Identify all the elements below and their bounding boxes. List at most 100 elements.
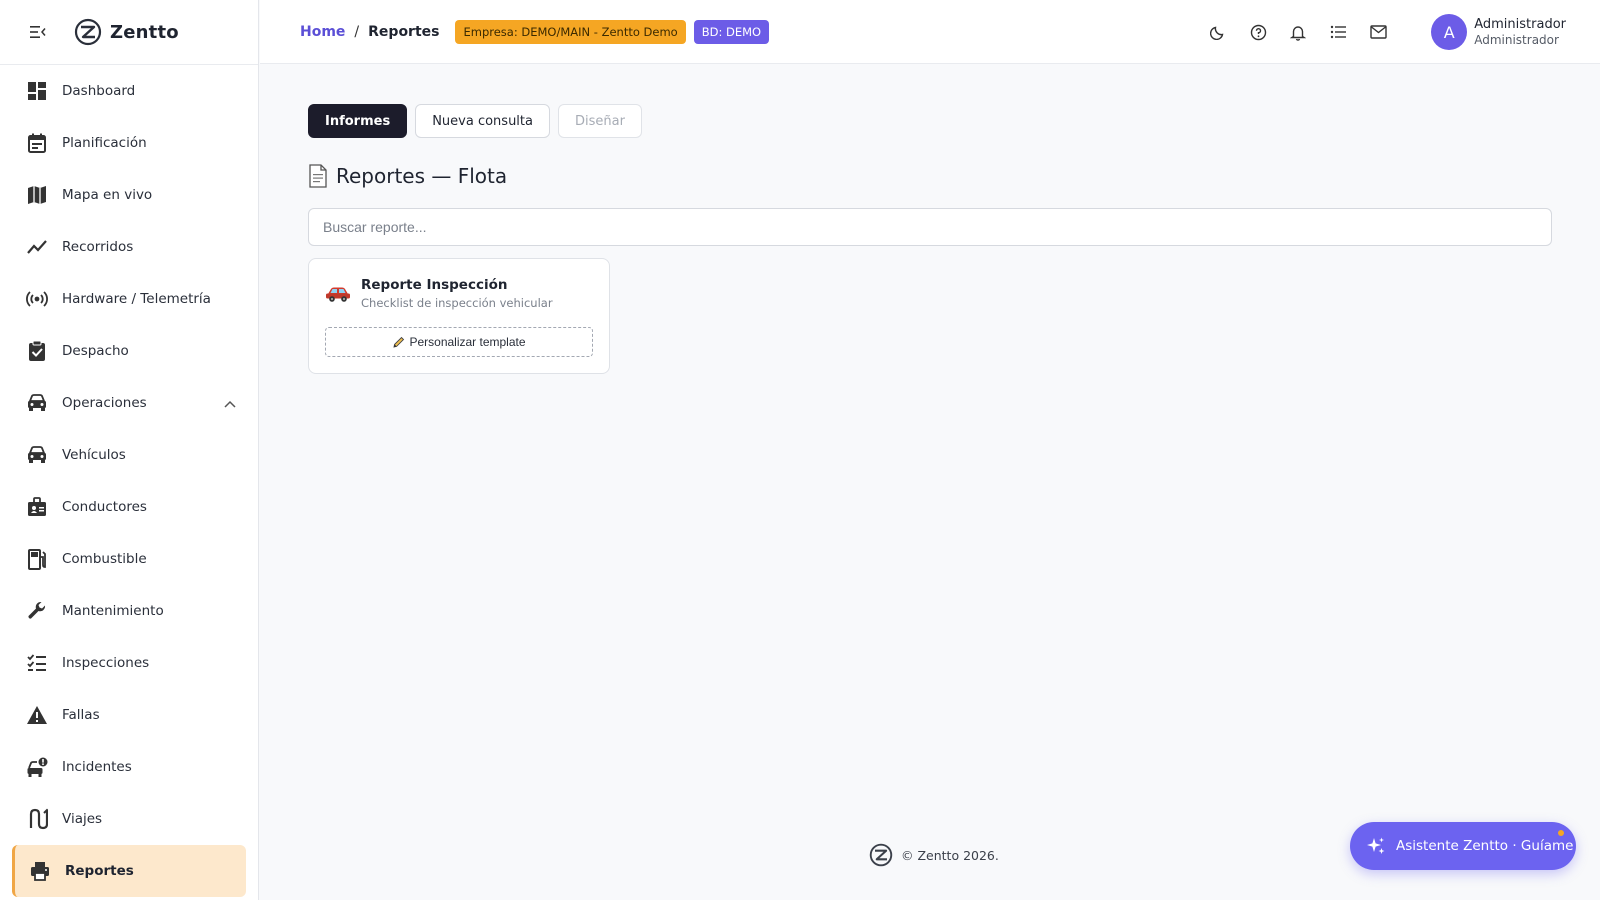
id-badge-icon	[26, 496, 48, 518]
report-card[interactable]: Reporte Inspección Checklist de inspecci…	[308, 258, 610, 374]
customize-template-button[interactable]: Personalizar template	[325, 327, 593, 357]
user-name: Administrador	[1474, 17, 1566, 32]
car-alert-icon	[26, 756, 48, 778]
sidebar-item-label: Combustible	[62, 551, 147, 567]
collapse-menu-button[interactable]	[28, 22, 48, 42]
report-card-header: Reporte Inspección Checklist de inspecci…	[325, 277, 553, 310]
sidebar-item-recorridos[interactable]: Recorridos	[0, 221, 258, 273]
sidebar-item-label: Fallas	[62, 707, 100, 723]
notifications-button[interactable]	[1288, 22, 1308, 42]
wrench-icon	[26, 600, 48, 622]
sidebar: Zentto Dashboard Planificación Mapa en viv…	[0, 0, 259, 900]
assistant-button[interactable]: Asistente Zentto · Guíame	[1350, 822, 1576, 870]
sidebar-item-label: Conductores	[62, 499, 147, 515]
report-search-input[interactable]	[308, 208, 1552, 246]
trend-line-icon	[26, 236, 48, 258]
printer-icon	[29, 860, 51, 882]
sidebar-item-mantenimiento[interactable]: Mantenimiento	[0, 585, 258, 637]
sidebar-item-viajes[interactable]: Viajes	[0, 793, 258, 845]
database-badge: BD: DEMO	[693, 19, 770, 44]
warning-icon	[26, 704, 48, 726]
sidebar-item-label: Hardware / Telemetría	[62, 291, 211, 307]
sidebar-item-label: Dashboard	[62, 83, 136, 99]
page-title-text: Reportes — Flota	[336, 164, 508, 188]
sidebar-item-vehiculos[interactable]: Vehículos	[0, 429, 258, 481]
app-name: Zentto	[110, 21, 179, 43]
sidebar-item-reportes[interactable]: Reportes	[12, 845, 246, 897]
user-menu[interactable]: A Administrador Administrador	[1431, 14, 1566, 50]
document-icon	[309, 164, 327, 188]
sidebar-nav: Dashboard Planificación Mapa en vivo Recorr…	[0, 65, 258, 897]
sidebar-item-fallas[interactable]: Fallas	[0, 689, 258, 741]
sidebar-item-label: Planificación	[62, 135, 147, 151]
tab-nueva-consulta[interactable]: Nueva consulta	[415, 104, 550, 138]
report-card-description: Checklist de inspección vehicular	[361, 296, 553, 310]
sparkle-icon	[1367, 837, 1385, 854]
calendar-icon	[26, 132, 48, 154]
user-role: Administrador	[1474, 33, 1559, 47]
sidebar-item-dashboard[interactable]: Dashboard	[0, 65, 258, 117]
sidebar-item-label: Viajes	[62, 811, 103, 827]
sidebar-item-label: Mantenimiento	[62, 603, 164, 619]
map-icon	[26, 184, 48, 206]
list-icon	[1330, 25, 1346, 39]
top-bar: Home / Reportes Empresa: DEMO/MAIN - Zen…	[260, 0, 1600, 64]
report-tabs: Informes Nueva consulta Diseñar	[308, 104, 650, 138]
sidebar-item-label: Operaciones	[62, 395, 147, 411]
sidebar-item-label: Vehículos	[62, 447, 126, 463]
messages-button[interactable]	[1368, 22, 1388, 42]
help-icon	[1250, 24, 1266, 40]
sidebar-item-conductores[interactable]: Conductores	[0, 481, 258, 533]
car-icon	[26, 444, 48, 466]
theme-toggle-button[interactable]	[1208, 22, 1228, 42]
broadcast-icon	[26, 288, 48, 310]
footer: © Zentto 2026.	[869, 843, 999, 867]
chevron-up-icon[interactable]	[224, 396, 236, 412]
assistant-label: Asistente Zentto · Guíame	[1396, 838, 1574, 854]
fuel-pump-icon	[26, 548, 48, 570]
sidebar-item-operaciones[interactable]: Operaciones	[0, 377, 258, 429]
sidebar-item-planificacion[interactable]: Planificación	[0, 117, 258, 169]
customize-template-label: Personalizar template	[409, 335, 526, 349]
user-info: Administrador Administrador	[1474, 17, 1566, 47]
sidebar-item-inspecciones[interactable]: Inspecciones	[0, 637, 258, 689]
zentto-logo-icon	[74, 18, 102, 46]
car-icon	[26, 392, 48, 414]
dashboard-icon	[26, 80, 48, 102]
report-card-title: Reporte Inspección	[361, 277, 508, 293]
sidebar-item-label: Incidentes	[62, 759, 132, 775]
breadcrumb-home-link[interactable]: Home	[300, 24, 345, 40]
tab-disenar[interactable]: Diseñar	[558, 104, 642, 138]
sidebar-header: Zentto	[0, 0, 258, 65]
menu-collapse-icon	[30, 26, 46, 38]
sidebar-item-label: Mapa en vivo	[62, 187, 153, 203]
moon-icon	[1210, 26, 1224, 40]
footer-copyright: © Zentto 2026.	[901, 847, 999, 863]
sidebar-item-despacho[interactable]: Despacho	[0, 325, 258, 377]
main-content: Informes Nueva consulta Diseñar Reportes…	[260, 64, 1600, 900]
sidebar-item-label: Despacho	[62, 343, 129, 359]
sidebar-item-combustible[interactable]: Combustible	[0, 533, 258, 585]
sidebar-item-mapa-en-vivo[interactable]: Mapa en vivo	[0, 169, 258, 221]
route-icon	[26, 808, 48, 830]
sidebar-item-hardware-telemetria[interactable]: Hardware / Telemetría	[0, 273, 258, 325]
app-logo[interactable]: Zentto	[74, 18, 179, 46]
avatar: A	[1431, 14, 1468, 50]
sidebar-item-label: Inspecciones	[62, 655, 150, 671]
sidebar-item-incidentes[interactable]: Incidentes	[0, 741, 258, 793]
tab-informes[interactable]: Informes	[308, 104, 408, 138]
company-badge: Empresa: DEMO/MAIN - Zentto Demo	[455, 19, 686, 44]
car-icon	[326, 287, 350, 302]
sidebar-item-label: Reportes	[65, 863, 134, 879]
tasks-button[interactable]	[1328, 22, 1348, 42]
header-actions	[1188, 22, 1388, 42]
pencil-icon	[393, 336, 405, 348]
breadcrumb-current: Reportes	[368, 23, 440, 40]
zentto-logo-icon	[869, 843, 893, 867]
breadcrumb-separator: /	[354, 23, 360, 40]
bell-icon	[1290, 25, 1306, 41]
assistant-notification-dot	[1558, 830, 1564, 836]
help-button[interactable]	[1248, 22, 1268, 42]
report-card-text: Reporte Inspección Checklist de inspecci…	[361, 277, 553, 310]
sidebar-item-label: Recorridos	[62, 239, 134, 255]
